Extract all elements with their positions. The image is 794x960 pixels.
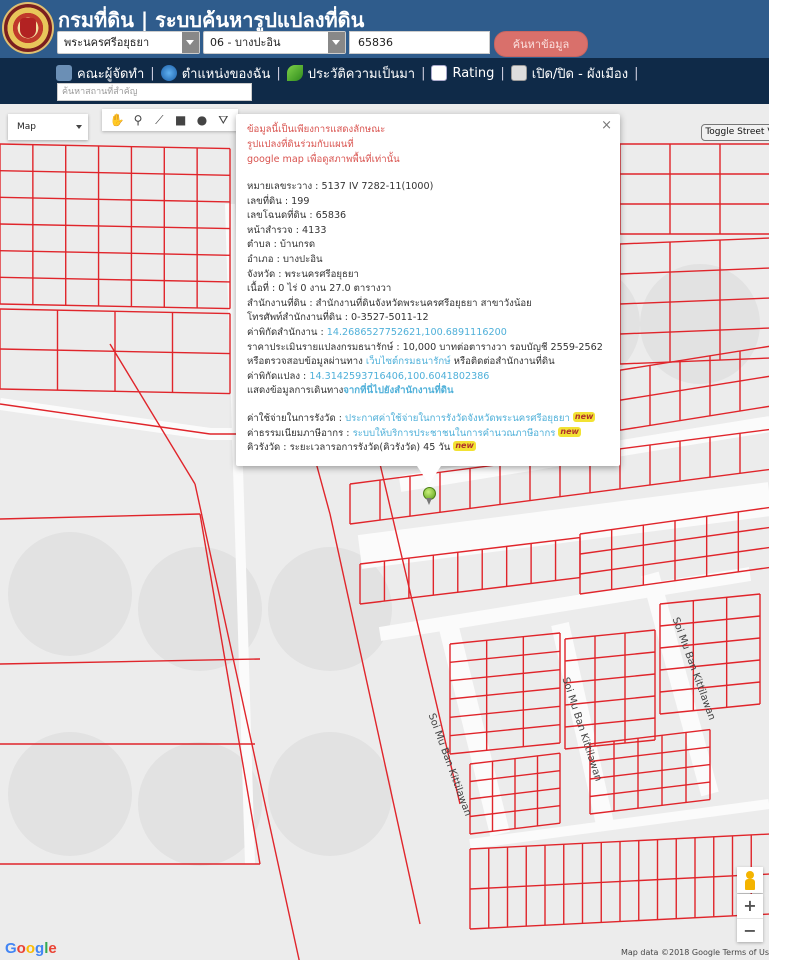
info-row: หน้าสำรวจ : 4133 [247, 224, 327, 236]
parcel-line [109, 343, 196, 485]
nav-item-team[interactable]: คณะผู้จัดทำ [56, 63, 144, 84]
map-canvas[interactable]: Soi Mu Ban Kittilawan Soi Mu Ban Kittila… [0, 104, 769, 960]
nav-item-history[interactable]: ประวัติความเป็นมา [286, 63, 415, 84]
info-row: ตำบล : บ้านกรด [247, 239, 316, 251]
marker-tool-icon[interactable]: ⚲ [131, 113, 145, 127]
province-select[interactable]: พระนครศรีอยุธยา [57, 31, 200, 54]
hand-pan-icon[interactable]: ✋ [110, 113, 125, 127]
nav-bar: คณะผู้จัดทำ | ตำแหน่งของฉัน | ประวัติควา… [0, 58, 769, 104]
search-button[interactable]: ค้นหาข้อมูล [494, 31, 588, 57]
info-row: เนื้อที่ : 0 ไร่ 0 งาน 27.0 ตารางวา [247, 283, 392, 295]
popup-pointer [417, 466, 441, 484]
new-badge: new [558, 426, 581, 437]
parcel-line [564, 629, 656, 640]
parcel-line [0, 143, 231, 150]
chevron-down-icon [182, 32, 199, 53]
parcel-coord-link[interactable]: 14.3142593716406,100.6041802386 [309, 371, 489, 382]
circle-tool-icon[interactable]: ● [195, 113, 209, 127]
province-select-value: พระนครศรีอยุธยา [64, 36, 150, 49]
parcel-line [449, 742, 561, 755]
popup-warning-line: ข้อมูลนี้เป็นเพียงการแสดงลักษณะ [247, 124, 386, 135]
zoom-in-button[interactable]: + [737, 894, 763, 918]
nav-item-my-location[interactable]: ตำแหน่งของฉัน [160, 63, 270, 84]
zoom-control: + − [737, 894, 763, 942]
info-row: เลขโฉนดที่ดิน : 65836 [247, 210, 347, 222]
nav-item-rating[interactable]: Rating [431, 65, 494, 81]
rectangle-tool-icon[interactable]: ■ [174, 113, 188, 127]
popup-warning-line: google map เพื่อดูสภาพพื้นที่เท่านั้น [247, 154, 400, 165]
info-row: สำนักงานที่ดิน : สำนักงานที่ดินจังหวัดพร… [247, 297, 532, 309]
drawing-toolbar: ✋ ⚲ ⟋ ■ ● ⛛ [102, 109, 238, 131]
place-search-input[interactable]: ค้นหาสถานที่สำคัญ [57, 83, 252, 101]
parcel-line [0, 513, 201, 520]
district-select[interactable]: 06 - บางปะอิน [203, 31, 346, 54]
office-coord-row: ค่าพิกัดสำนักงาน : 14.2686527752621,100.… [247, 326, 507, 338]
google-logo: Google [5, 940, 57, 957]
parcel-line [0, 276, 231, 283]
parcel-line [449, 632, 561, 645]
parcel-line [589, 781, 711, 798]
chart-icon [431, 65, 448, 81]
popup-warning-line: รูปแปลงที่ดินร่วมกับแผนที่ [247, 139, 354, 150]
polygon-tool-icon[interactable]: ⛛ [216, 113, 230, 127]
marker-pin [426, 498, 432, 505]
map-attribution[interactable]: Map data ©2018 Google Terms of Use [621, 948, 769, 957]
parcel-line [0, 303, 231, 310]
close-icon[interactable]: × [601, 118, 612, 133]
deed-number-input[interactable]: 65836 [349, 31, 490, 54]
queue-row: คิวรังวัด : ระยะเวลารอการรังวัด(คิวรังวั… [247, 441, 476, 454]
sprout-icon [286, 65, 303, 81]
parcel-line [0, 403, 211, 435]
nav-item-zoning-toggle[interactable]: เปิด/ปิด - ผังเมือง [510, 63, 628, 84]
app-header: กรมที่ดิน | ระบบค้นหารูปแปลงที่ดิน พระนค… [0, 0, 769, 58]
polyline-tool-icon[interactable]: ⟋ [152, 113, 166, 127]
parcel-line [659, 593, 761, 605]
team-icon [56, 65, 72, 81]
fee-link[interactable]: ประกาศค่าใช้จ่ายในการรังวัดจังหวัดพระนคร… [345, 413, 570, 424]
info-row: เลขที่ดิน : 199 [247, 195, 310, 207]
page-margin [769, 104, 794, 960]
parcel-coord-row: ค่าพิกัดแปลง : 14.3142593716406,100.6041… [247, 370, 490, 382]
treasury-website-link[interactable]: เว็บไซต์กรมธนารักษ์ [366, 356, 451, 367]
map-type-select[interactable]: Map [8, 114, 88, 140]
parcel-info-popup: × ข้อมูลนี้เป็นเพียงการแสดงลักษณะ รูปแปล… [236, 114, 620, 466]
info-row: หมายเลขระวาง : 5137 IV 7282-11(1000) [247, 181, 434, 192]
verify-row: หรือตรวจสอบข้อมูลผ่านทาง เว็บไซต์กรมธนาร… [247, 356, 555, 368]
info-row: โทรศัพท์สำนักงานที่ดิน : 0-3527-5011-12 [247, 312, 429, 324]
chevron-down-icon [76, 125, 82, 129]
office-coord-link[interactable]: 14.2686527752621,100.6891116200 [327, 327, 507, 338]
zoom-out-button[interactable]: − [737, 918, 763, 942]
info-row: จังหวัด : พระนครศรีอยุธยา [247, 268, 359, 280]
new-badge: new [572, 411, 596, 422]
route-row: แสดงข้อมูลการเดินทางจากที่นี่ไปยังสำนักง… [247, 385, 454, 397]
parcel-line [0, 196, 231, 203]
department-seal-logo [2, 2, 54, 54]
globe-icon [160, 65, 177, 81]
parcel-line [194, 483, 300, 960]
parcel-line [564, 651, 656, 662]
toggle-street-view-button[interactable]: Toggle Street View [701, 124, 769, 141]
chevron-down-icon [328, 32, 345, 53]
info-row: อำเภอ : บางปะอิน [247, 253, 323, 265]
parcel-line [449, 650, 561, 664]
parcel-line [0, 223, 231, 230]
new-badge: new [453, 441, 476, 452]
district-select-value: 06 - บางปะอิน [210, 36, 281, 49]
parcel-line [0, 249, 231, 256]
parcel-line [0, 169, 231, 176]
checkbox-icon[interactable] [510, 65, 527, 81]
tax-link[interactable]: ระบบให้บริการประชาชนในการคำนวณภาษีอากร [353, 428, 556, 439]
street-view-pegman-icon[interactable] [737, 867, 763, 893]
parcel-line [619, 237, 769, 245]
route-link[interactable]: จากที่นี่ไปยังสำนักงานที่ดิน [343, 385, 453, 396]
parcel-line [589, 763, 711, 780]
price-row: ราคาประเมินรายแปลงกรมธนารักษ์ : 10,000 บ… [247, 341, 603, 353]
fee-row: ค่าใช้จ่ายในการรังวัด : ประกาศค่าใช้จ่าย… [247, 411, 596, 424]
tax-row: ค่าธรรมเนียมภาษีอากร : ระบบให้บริการประช… [247, 426, 581, 439]
